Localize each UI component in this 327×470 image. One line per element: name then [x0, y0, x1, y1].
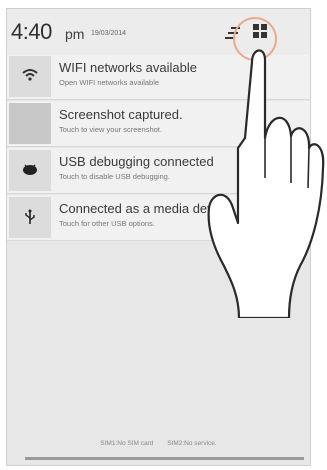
usb-icon	[25, 209, 35, 224]
notification-subtitle: Touch to disable USB debugging.	[59, 172, 170, 181]
notification-subtitle: Touch for other USB options.	[59, 219, 155, 228]
sim2-status: SIM2:No service.	[167, 440, 217, 447]
sim-status: SIM1:No SIM card SIM2:No service.	[7, 440, 310, 447]
notification-title: USB debugging connected	[59, 154, 214, 169]
wifi-icon	[22, 69, 38, 81]
drag-handle-bar[interactable]	[25, 457, 304, 460]
status-date: 19/03/2014	[91, 30, 127, 37]
sim1-status: SIM1:No SIM card	[100, 440, 154, 447]
notification-icon-box	[9, 150, 51, 191]
notification-subtitle: Open WIFI networks available	[59, 78, 160, 87]
clock-time: 4:40	[11, 19, 52, 44]
notification-icon-box	[9, 197, 51, 238]
clock-ampm: pm	[65, 26, 85, 42]
pointing-hand-icon	[207, 49, 325, 318]
notification-title: Screenshot captured.	[59, 107, 183, 122]
notification-subtitle: Touch to view your screenshot.	[59, 125, 162, 134]
android-debug-icon	[23, 164, 37, 175]
notification-icon-box	[9, 56, 51, 97]
screenshot-thumbnail	[9, 103, 51, 144]
notification-title: WIFI networks available	[59, 60, 197, 75]
